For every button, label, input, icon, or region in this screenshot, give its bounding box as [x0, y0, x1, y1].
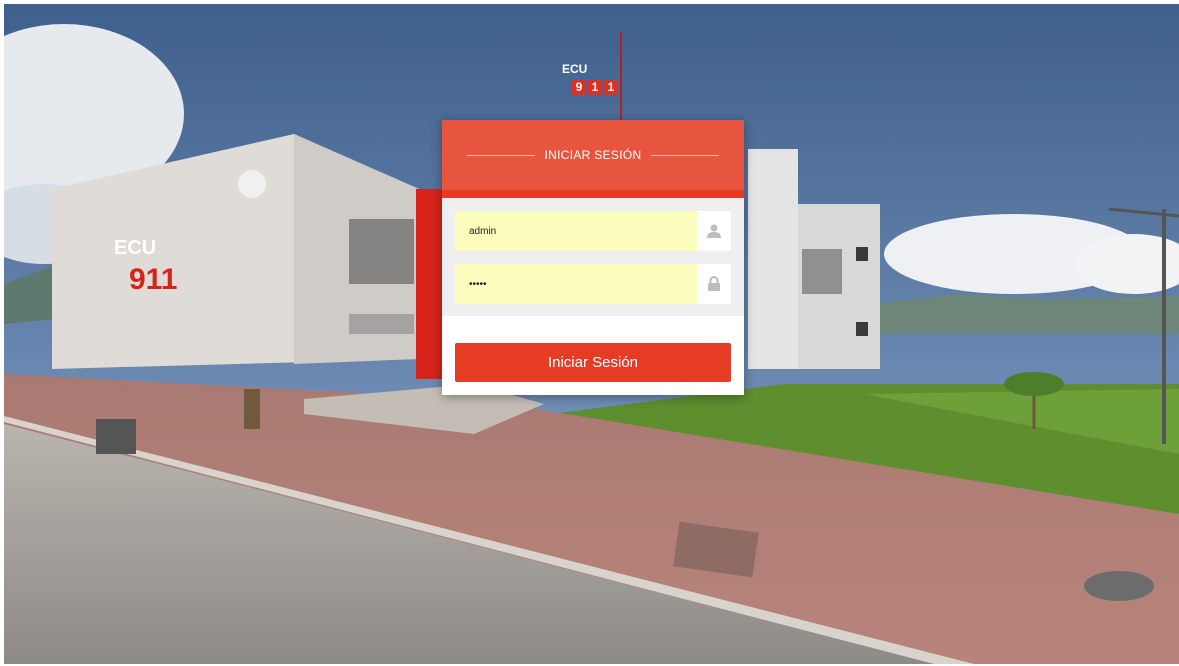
- ecu911-logo: ECU 9 1 1: [562, 62, 626, 102]
- header-divider-left: [466, 154, 535, 156]
- logo-digit: 1: [604, 80, 618, 95]
- lock-icon: [697, 264, 731, 304]
- login-form: [442, 198, 744, 316]
- logo-digits: 9 1 1: [572, 80, 620, 95]
- username-input[interactable]: [455, 211, 697, 251]
- login-header: INICIAR SESIÓN: [442, 120, 744, 198]
- logo-digit: 9: [572, 80, 586, 95]
- user-icon: [697, 211, 731, 251]
- login-submit-button[interactable]: Iniciar Sesión: [455, 343, 731, 382]
- username-field-group: [455, 211, 731, 251]
- header-divider-right: [651, 154, 720, 156]
- password-field-group: [455, 264, 731, 304]
- svg-text:ECU: ECU: [114, 237, 156, 259]
- logo-digit: 1: [588, 80, 602, 95]
- logo-text: ECU: [562, 62, 588, 76]
- svg-text:911: 911: [129, 263, 177, 296]
- login-title: INICIAR SESIÓN: [544, 148, 642, 162]
- login-card: INICIAR SESIÓN Iniciar Sesión: [442, 120, 744, 395]
- password-input[interactable]: [455, 264, 697, 304]
